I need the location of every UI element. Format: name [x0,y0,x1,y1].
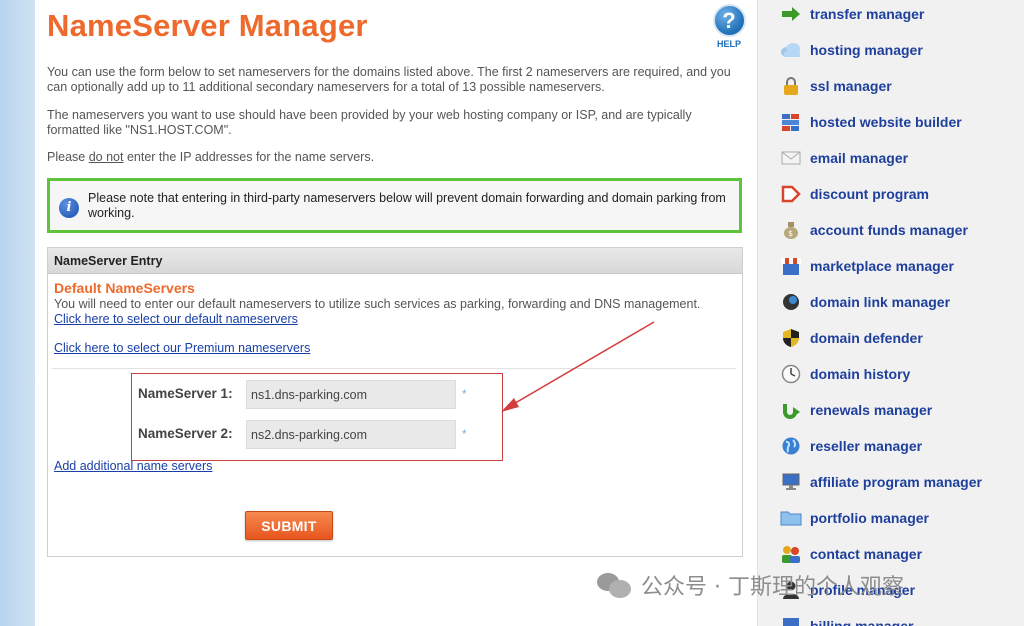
sidebar-item-label: reseller manager [810,438,923,454]
help-label: HELP [716,39,741,49]
sidebar-item-transfer-manager[interactable]: transfer manager [780,2,1020,26]
do-not-emphasis: do not [88,150,124,164]
left-background-strip [0,0,35,626]
third-party-notice: i Please note that entering in third-par… [47,178,742,233]
sidebar-item-label: ssl manager [810,78,892,94]
folder-icon [780,507,802,529]
sidebar-item-discount-program[interactable]: discount program [780,182,1020,206]
money-bag-icon: $ [780,219,802,241]
add-link-row: Add additional name servers [54,459,212,474]
default-link-row: Click here to select our default nameser… [54,312,298,327]
nameserver-entry-panel: NameServer Entry Default NameServers You… [47,247,743,557]
nameserver-1-input[interactable] [246,380,456,409]
tag-icon [780,183,802,205]
arrow-right-icon [780,3,802,25]
envelope-icon [780,147,802,169]
nameserver-2-input[interactable] [246,420,456,449]
premium-link-row: Click here to select our Premium nameser… [54,341,310,356]
sidebar-item-label: discount program [810,186,930,202]
intro-paragraph-1: You can use the form below to set namese… [47,65,731,94]
sidebar: transfer manager hosting manager ssl man… [757,0,1024,626]
sidebar-item-domain-defender[interactable]: domain defender [780,326,1020,350]
sidebar-item-domain-history[interactable]: domain history [780,362,1020,386]
sidebar-item-reseller-manager[interactable]: reseller manager [780,434,1020,458]
nameserver-2-required-mark: * [462,427,467,441]
sidebar-item-label: marketplace manager [810,258,954,274]
sidebar-item-label: hosted website builder [810,114,962,130]
globe-icon [780,435,802,457]
sidebar-item-label: domain defender [810,330,923,346]
sidebar-item-label: billing manager [810,618,914,626]
sidebar-item-ssl-manager[interactable]: ssl manager [780,74,1020,98]
blocks-icon [780,111,802,133]
nameserver-fields-highlight: NameServer 1: * NameServer 2: * [131,373,503,461]
intro-paragraph-2: The nameservers you want to use should h… [47,108,692,137]
lock-icon [780,75,802,97]
renew-arrow-icon [780,399,802,421]
wechat-logo-icon [597,571,633,599]
sidebar-item-account-funds-manager[interactable]: $ account funds manager [780,218,1020,242]
panel-divider [52,368,736,369]
sidebar-item-hosted-website-builder[interactable]: hosted website builder [780,110,1020,134]
nameserver-1-required-mark: * [462,387,467,401]
watermark: 公众号 · 丁斯理的个人观察 [597,567,904,603]
watermark-text: 公众号 · 丁斯理的个人观察 [641,575,904,600]
default-nameservers-title: Default NameServers [54,280,195,296]
monitor-icon [780,471,802,493]
sidebar-item-portfolio-manager[interactable]: portfolio manager [780,506,1020,530]
select-default-nameservers-link[interactable]: Click here to select our default nameser… [54,312,298,326]
panel-header: NameServer Entry [48,248,742,274]
intro-p3-end: enter the IP addresses for the name serv… [123,150,375,164]
info-icon: i [59,198,79,218]
sidebar-item-marketplace-manager[interactable]: marketplace manager [780,254,1020,278]
page-title: NameServer Manager [47,8,368,43]
sidebar-item-contact-manager[interactable]: contact manager [780,542,1020,566]
select-premium-nameservers-link[interactable]: Click here to select our Premium nameser… [54,341,310,355]
storefront-icon [780,255,802,277]
shield-icon [780,327,802,349]
help-button[interactable]: ? HELP [711,4,747,54]
svg-text:$: $ [788,229,793,238]
sidebar-item-hosting-manager[interactable]: hosting manager [780,38,1020,62]
intro-p3-start: Please [47,150,89,164]
cloud-icon [780,39,802,61]
sidebar-item-label: domain history [810,366,911,382]
notice-text: Please note that entering in third-party… [88,191,726,220]
contacts-icon [780,543,802,565]
main-content: NameServer Manager ? HELP You can use th… [35,0,757,626]
sidebar-item-label: account funds manager [810,222,968,238]
sidebar-item-label: email manager [810,150,909,166]
sidebar-item-email-manager[interactable]: email manager [780,146,1020,170]
nameserver-2-label: NameServer 2: [138,426,233,441]
sidebar-item-billing-manager[interactable]: billing manager [780,614,1020,626]
help-icon: ? [712,4,746,37]
sidebar-item-label: renewals manager [810,402,933,418]
nameserver-1-label: NameServer 1: [138,386,233,401]
sidebar-item-label: domain link manager [810,294,951,310]
globe-link-icon [780,291,802,313]
submit-button[interactable]: SUBMIT [245,511,333,540]
sidebar-item-label: portfolio manager [810,510,930,526]
sidebar-item-domain-link-manager[interactable]: domain link manager [780,290,1020,314]
sidebar-item-label: hosting manager [810,42,923,58]
sidebar-item-label: transfer manager [810,6,925,22]
sidebar-item-label: contact manager [810,546,923,562]
clock-icon [780,363,802,385]
default-nameservers-description: You will need to enter our default names… [54,297,701,311]
intro-paragraph-3: Please do not enter the IP addresses for… [47,150,747,165]
sidebar-item-label: affiliate program manager [810,474,982,490]
add-additional-nameservers-link[interactable]: Add additional name servers [54,459,212,473]
billing-icon [780,615,802,626]
sidebar-item-renewals-manager[interactable]: renewals manager [780,398,1020,422]
sidebar-item-affiliate-program-manager[interactable]: affiliate program manager [780,470,1020,494]
